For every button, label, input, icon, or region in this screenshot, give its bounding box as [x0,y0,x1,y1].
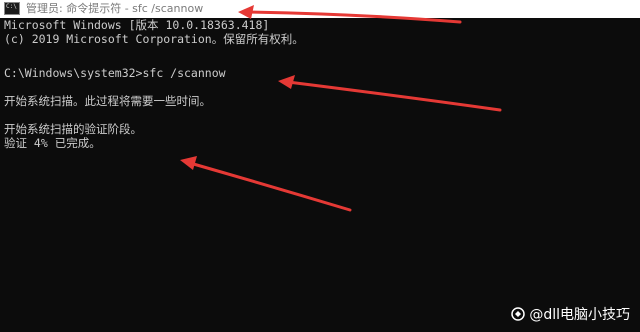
watermark-text: @dll电脑小技巧 [529,307,630,323]
console-line: Microsoft Windows [版本 10.0.18363.418] [4,18,270,32]
cmd-icon [4,2,20,15]
title-bar[interactable]: 管理员: 命令提示符 - sfc /scannow [0,0,640,18]
watermark: @dll电脑小技巧 [511,304,630,324]
console-progress-line: 验证 4% 已完成。 [4,136,101,150]
console-area[interactable]: Microsoft Windows [版本 10.0.18363.418] (c… [0,18,640,332]
window-title: 管理员: 命令提示符 - sfc /scannow [26,2,204,15]
console-command-line: C:\Windows\system32>sfc /scannow [4,66,226,80]
console-line: 开始系统扫描的验证阶段。 [4,122,142,136]
console-line: (c) 2019 Microsoft Corporation。保留所有权利。 [4,32,304,46]
cmd-window: 管理员: 命令提示符 - sfc /scannow Microsoft Wind… [0,0,640,332]
toutiao-logo-icon [511,307,526,321]
console-line: 开始系统扫描。此过程将需要一些时间。 [4,94,211,108]
